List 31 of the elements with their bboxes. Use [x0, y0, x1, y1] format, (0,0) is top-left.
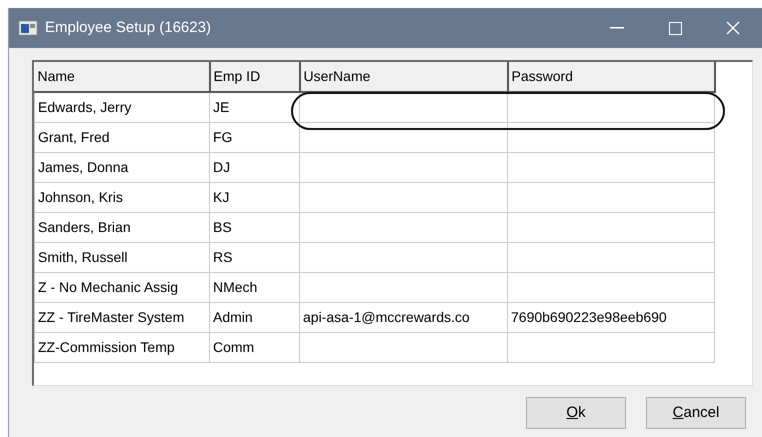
table-cell: James, Donna [38, 158, 128, 174]
dialog-button[interactable]: Cancel [646, 397, 746, 429]
table-cell: BS [213, 218, 232, 234]
table-cell: Z - No Mechanic Assig [38, 278, 178, 294]
table-cell: ZZ-Commission Temp [38, 338, 175, 354]
table-cell: DJ [213, 158, 230, 174]
app-icon [19, 21, 37, 35]
column-header[interactable]: UserName [300, 62, 508, 92]
table-cell: Sanders, Brian [38, 218, 131, 234]
table-cell: Smith, Russell [38, 248, 128, 264]
table-cell: NMech [213, 278, 258, 294]
table-cell: JE [213, 98, 230, 115]
table-cell: Comm [213, 338, 254, 354]
table-cell: 7690b690223e98eeb690 [511, 308, 667, 324]
table-cell: Grant, Fred [38, 128, 110, 144]
table-cell: api-asa-1@mccrewards.co [303, 308, 470, 324]
maximize-icon [668, 22, 682, 34]
window-title: Employee Setup (16623) [45, 18, 211, 38]
column-header[interactable]: Name [34, 62, 210, 92]
column-header[interactable]: Password [508, 62, 714, 92]
table-cell: KJ [213, 188, 230, 204]
dialog-button[interactable]: Ok [526, 397, 626, 429]
table-cell: Johnson, Kris [38, 188, 123, 204]
table-cell: RS [213, 248, 232, 264]
table-cell: ZZ - TireMaster System [38, 308, 184, 324]
close-icon [726, 21, 740, 35]
table-cell: Edwards, Jerry [38, 98, 132, 115]
table-cell: FG [213, 128, 232, 144]
column-header[interactable]: Emp ID [210, 62, 300, 92]
minimize-icon [610, 27, 624, 29]
table-cell: Admin [213, 308, 253, 324]
